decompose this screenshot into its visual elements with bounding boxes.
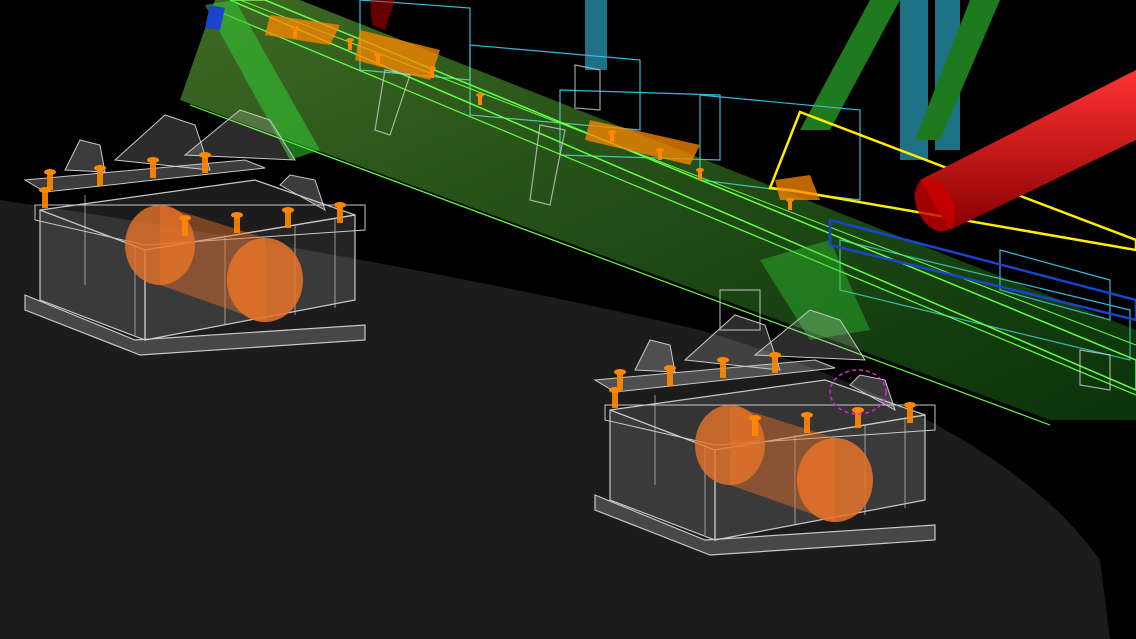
- model-canvas[interactable]: [0, 0, 1136, 639]
- 3d-viewport[interactable]: [0, 0, 1136, 639]
